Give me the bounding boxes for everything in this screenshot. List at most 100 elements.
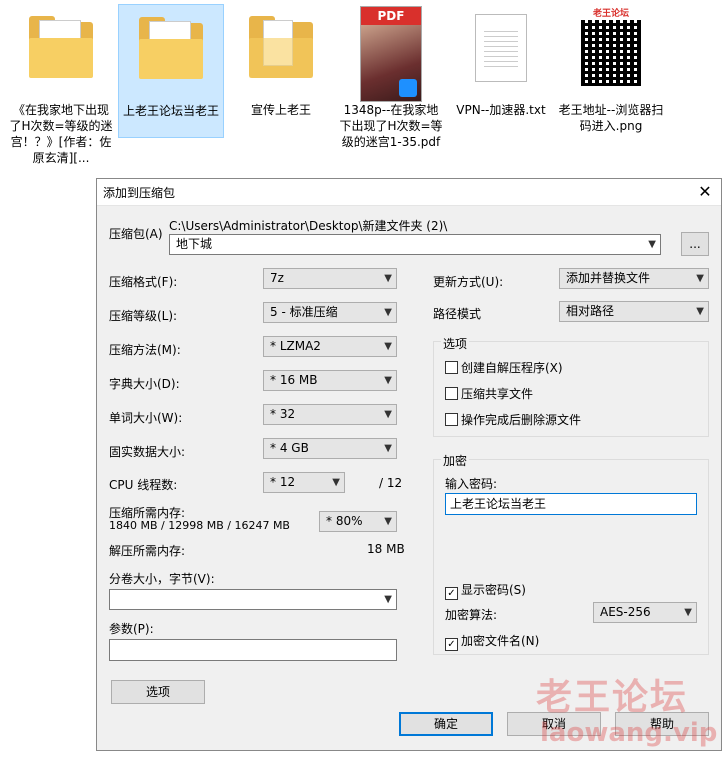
format-select[interactable]: 7z ▼ (263, 268, 397, 289)
format-value: 7z (270, 271, 284, 285)
checkbox-box (445, 387, 458, 400)
chevron-down-icon: ▼ (384, 375, 392, 386)
chevron-down-icon: ▼ (384, 273, 392, 284)
update-label: 更新方式(U): (433, 275, 504, 289)
mem-value: * 80% (326, 514, 363, 528)
chevron-down-icon: ▼ (384, 409, 392, 420)
split-combo[interactable]: ▼ (109, 589, 397, 610)
cpu-label: CPU 线程数: (109, 478, 178, 492)
checkbox-box (445, 361, 458, 374)
dialog-title: 添加到压缩包 (103, 186, 176, 200)
encrypt-names-checkbox[interactable]: ✓ 加密文件名(N) (445, 632, 539, 651)
desktop-file-laowang-folder[interactable]: 上老王论坛当老王 (118, 4, 224, 138)
check-icon: ✓ (445, 638, 458, 651)
cpu-total: / 12 (379, 476, 403, 490)
mem-select[interactable]: * 80% ▼ (319, 511, 397, 532)
word-value: * 32 (270, 407, 296, 421)
qr-header: 老王论坛 (592, 9, 629, 19)
qr-image-icon: 老王论坛 (571, 6, 651, 96)
method-select[interactable]: * LZMA2 ▼ (263, 336, 397, 357)
text-file-icon (475, 14, 527, 82)
archive-name-combo[interactable]: 地下城 ▼ (169, 234, 661, 255)
file-label: 1348p--在我家地下出现了H次数=等级的迷宫1-35.pdf (339, 103, 443, 149)
show-password-checkbox[interactable]: ✓ 显示密码(S) (445, 581, 526, 600)
shared-checkbox[interactable]: 压缩共享文件 (445, 385, 533, 402)
path-label: 路径模式 (433, 307, 482, 321)
password-label: 输入密码: (445, 477, 498, 491)
word-select[interactable]: * 32 ▼ (263, 404, 397, 425)
path-select[interactable]: 相对路径 ▼ (559, 301, 709, 322)
solid-label: 固实数据大小: (109, 445, 186, 459)
dict-select[interactable]: * 16 MB ▼ (263, 370, 397, 391)
params-label: 参数(P): (109, 622, 154, 636)
chevron-down-icon: ▼ (384, 594, 392, 605)
decomp-value: 18 MB (367, 542, 405, 556)
encrypt-names-label: 加密文件名(N) (461, 634, 540, 648)
options-button[interactable]: 选项 (111, 680, 205, 704)
checkbox-box (445, 413, 458, 426)
close-icon[interactable]: ✕ (693, 181, 717, 203)
params-input[interactable] (109, 639, 397, 661)
dict-value: * 16 MB (270, 373, 318, 387)
pdf-thumbnail-icon: PDF (360, 6, 422, 102)
file-label: 《在我家地下出现了H次数=等级的迷宫！？》[作者：佐原玄清][... (9, 103, 113, 165)
level-value: 5 - 标准压缩 (270, 305, 338, 319)
desktop-file-png[interactable]: 老王论坛 老王地址--浏览器扫码进入.png (558, 4, 664, 170)
cpu-value: * 12 (270, 475, 296, 489)
sfx-checkbox[interactable]: 创建自解压程序(X) (445, 359, 563, 376)
level-select[interactable]: 5 - 标准压缩 ▼ (263, 302, 397, 323)
cpu-select[interactable]: * 12 ▼ (263, 472, 345, 493)
chevron-down-icon: ▼ (684, 607, 692, 618)
solid-select[interactable]: * 4 GB ▼ (263, 438, 397, 459)
archive-label: 压缩包(A) (109, 227, 163, 241)
algo-value: AES-256 (600, 605, 651, 619)
format-label: 压缩格式(F): (109, 275, 178, 289)
folder-icon (139, 17, 203, 79)
desktop-file-txt[interactable]: VPN--加速器.txt (448, 4, 554, 170)
chevron-down-icon: ▼ (384, 443, 392, 454)
path-value: 相对路径 (566, 304, 615, 318)
file-label: 宣传上老王 (250, 103, 311, 117)
desktop-file-pdf[interactable]: PDF 1348p--在我家地下出现了H次数=等级的迷宫1-35.pdf (338, 4, 444, 170)
solid-value: * 4 GB (270, 441, 309, 455)
encryption-group-title: 加密 (441, 452, 470, 469)
ok-button[interactable]: 确定 (399, 712, 493, 736)
chevron-down-icon: ▼ (696, 306, 704, 317)
folder-icon (29, 16, 93, 78)
title-bar: 添加到压缩包 ✕ (97, 179, 721, 206)
delete-source-checkbox[interactable]: 操作完成后删除源文件 (445, 411, 581, 428)
password-input[interactable]: 上老王论坛当老王 (445, 493, 697, 515)
archive-path: C:\Users\Administrator\Desktop\新建文件夹 (2)… (169, 219, 448, 233)
mem-detail: 1840 MB / 12998 MB / 16247 MB (109, 519, 290, 532)
chevron-down-icon: ▼ (696, 273, 704, 284)
algo-label: 加密算法: (445, 608, 498, 622)
chevron-down-icon: ▼ (384, 307, 392, 318)
file-label: 老王地址--浏览器扫码进入.png (558, 103, 664, 133)
sfx-label: 创建自解压程序(X) (461, 361, 563, 375)
file-label: 上老王论坛当老王 (122, 104, 219, 118)
decomp-label: 解压所需内存: (109, 544, 186, 558)
pdf-badge: PDF (361, 7, 421, 25)
chevron-down-icon: ▼ (384, 341, 392, 352)
chevron-down-icon: ▼ (384, 516, 392, 527)
update-select[interactable]: 添加并替换文件 ▼ (559, 268, 709, 289)
check-icon: ✓ (445, 587, 458, 600)
chevron-down-icon: ▼ (332, 477, 340, 488)
file-label: VPN--加速器.txt (456, 103, 546, 117)
method-value: * LZMA2 (270, 339, 321, 353)
level-label: 压缩等级(L): (109, 309, 178, 323)
shared-label: 压缩共享文件 (461, 387, 534, 401)
method-label: 压缩方法(M): (109, 343, 181, 357)
show-password-label: 显示密码(S) (461, 583, 526, 597)
options-group-title: 选项 (441, 335, 470, 352)
desktop-file-novel-folder[interactable]: 《在我家地下出现了H次数=等级的迷宫！？》[作者：佐原玄清][... (8, 4, 114, 170)
browse-button[interactable]: ... (681, 232, 709, 256)
add-to-archive-dialog: 添加到压缩包 ✕ 压缩包(A) C:\Users\Administrator\D… (96, 178, 722, 751)
folder-icon (249, 16, 313, 78)
chevron-down-icon: ▼ (648, 239, 656, 250)
split-label: 分卷大小，字节(V): (109, 572, 215, 586)
desktop-file-promo-folder[interactable]: 宣传上老王 (228, 4, 334, 170)
algo-select[interactable]: AES-256 ▼ (593, 602, 697, 623)
dict-label: 字典大小(D): (109, 377, 180, 391)
archive-name-value: 地下城 (176, 237, 213, 251)
